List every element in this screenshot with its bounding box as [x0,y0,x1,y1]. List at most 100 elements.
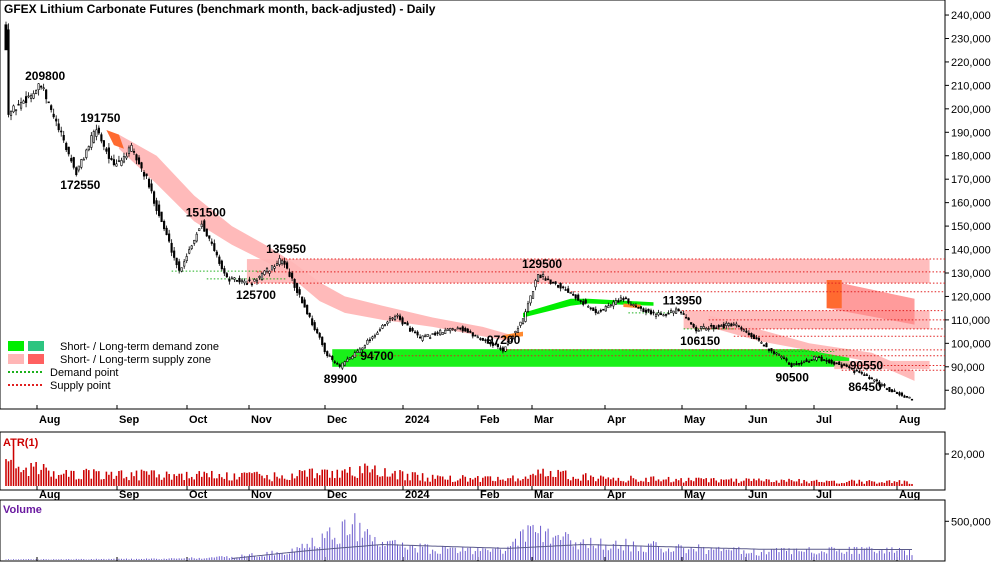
atr-bar [160,479,163,486]
candle-body [905,395,909,398]
candle-body [740,327,743,330]
atr-bar [763,481,765,486]
price-annotation-97200: 97200 [487,333,521,347]
candle-body [843,363,846,366]
atr-bar [574,478,577,486]
candle-body [170,242,173,253]
candle-body [283,260,286,265]
atr-bar [502,479,504,486]
candle-body [594,309,597,314]
candle-body [677,308,680,312]
candle-body [273,266,276,269]
candle-body [439,329,442,336]
candle-body [35,90,38,95]
candle-body [534,280,537,288]
atr-bar [203,471,206,486]
atr-bar [886,480,888,486]
candle-body [391,317,394,320]
atr-bar [507,478,509,486]
candle-body [597,312,600,315]
atr-bar [130,472,133,486]
candle-body [308,312,311,317]
atr-bar [321,469,323,486]
candle-body [547,278,550,281]
candle-body [787,362,791,365]
candle-body [348,357,351,360]
atr-bar [828,481,830,486]
candle-body [253,279,256,282]
candle-body [602,308,605,311]
price-tick-100,000: 100,000 [951,338,991,350]
candle-body [474,334,477,337]
candle-body [808,361,811,363]
candle-body [243,280,246,284]
candle-body [579,300,582,302]
month-label-Mar: Mar [534,414,554,426]
candle-body [316,328,319,334]
price-annotation-172550: 172550 [60,178,100,192]
atr-bar [163,477,165,486]
atr-bar [316,473,318,486]
candle-body [712,325,715,330]
atr-bar [670,482,672,486]
candle-body [25,96,28,104]
candle-body [142,172,146,177]
atr-bar [75,479,78,486]
candle-body [870,377,873,380]
candle-body [742,329,745,332]
legend-swatch-long-0 [28,341,44,351]
candle-body [752,334,755,339]
candle-body [185,256,188,262]
month-label-Jul: Jul [816,414,832,426]
atr-bar [446,479,449,486]
candle-body [22,100,25,104]
month-label-Feb: Feb [480,414,500,426]
candle-body [60,130,63,133]
candle-body [393,316,397,321]
candle-body [255,280,259,283]
atr-bar [346,472,349,486]
atr-bar [579,480,582,486]
price-tick-150,000: 150,000 [951,221,991,233]
candle-body [820,356,823,362]
candle-body [105,148,108,152]
atr-bar [883,482,886,486]
atr-bar [268,479,271,486]
atr-bar [303,470,306,486]
candle-body [112,159,115,166]
candle-body [564,289,567,291]
candle-body [72,157,75,168]
atr-bar [291,473,293,486]
atr-bar [620,480,622,486]
atr-bar [281,475,283,486]
atr-bar [710,478,713,486]
candle-body [150,183,153,192]
candle-body [363,345,366,349]
atr-bar [514,481,517,486]
atr-bar [251,473,253,486]
atr-bar [148,474,150,486]
atr-bar [537,469,539,486]
candle-body [519,321,522,326]
candle-body [434,332,437,336]
atr-bar [354,476,356,486]
price-tick-110,000: 110,000 [951,315,990,327]
price-tick-240,000: 240,000 [951,10,991,22]
month-label-2024: 2024 [405,489,430,501]
atr-bar [615,480,617,486]
atr-bar [454,481,457,486]
price-tick-180,000: 180,000 [951,151,991,163]
atr-bar [549,470,552,486]
atr-bar [773,482,775,486]
legend-swatch-long-1 [28,354,44,364]
candle-body [248,279,251,282]
atr-bar [487,476,489,486]
candle-body [431,333,434,335]
candle-body [690,322,693,325]
candle-body [213,243,216,251]
candle-body [639,306,643,309]
atr-bar [404,480,406,486]
atr-bar [356,477,359,486]
atr-bar [389,476,391,486]
candle-body [152,191,156,204]
